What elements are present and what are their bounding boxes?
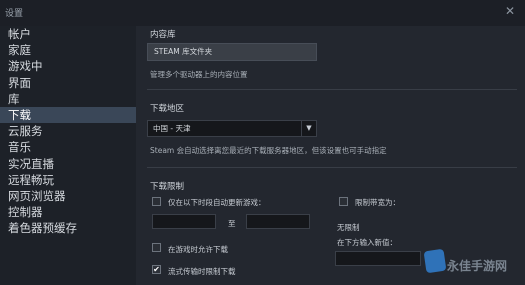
settings-sidebar: 帐户 家庭 游戏中 界面 库 下载 云服务 音乐 实况直播 远程畅玩 网页浏览器…: [0, 26, 136, 285]
section-divider: [147, 167, 517, 168]
watermark-text: 永佳手游网: [447, 259, 508, 273]
time-range-to-label: 至: [228, 219, 236, 228]
title-bar: 设置 ✕: [0, 0, 525, 27]
sidebar-item-web-browser[interactable]: 网页浏览器: [0, 188, 136, 204]
download-limits-title: 下载限制: [150, 182, 185, 192]
bandwidth-value-field[interactable]: [335, 251, 421, 266]
sidebar-item-in-game[interactable]: 游戏中: [0, 58, 136, 74]
section-divider: [147, 89, 517, 90]
auto-update-window-label: 仅在以下时段自动更新游戏：: [168, 198, 266, 207]
limit-bandwidth-checkbox[interactable]: [339, 197, 348, 206]
chevron-down-icon[interactable]: ▼: [301, 121, 316, 136]
limit-bandwidth-label: 限制带宽为：: [355, 198, 400, 207]
allow-downloads-in-game-checkbox[interactable]: [152, 243, 161, 252]
auto-update-window-checkbox[interactable]: [152, 197, 161, 206]
allow-downloads-in-game-label: 在游戏时允许下载: [168, 245, 228, 254]
steam-library-folders-button[interactable]: STEAM 库文件夹: [147, 43, 317, 61]
sidebar-item-interface[interactable]: 界面: [0, 75, 136, 91]
content-library-description: 管理多个驱动器上的内容位置: [150, 70, 248, 79]
sidebar-item-library[interactable]: 库: [0, 91, 136, 107]
enter-new-value-label: 在下方输入新值：: [337, 238, 397, 247]
sidebar-item-controller[interactable]: 控制器: [0, 204, 136, 220]
auto-update-end-field[interactable]: [246, 214, 310, 229]
sidebar-item-account[interactable]: 帐户: [0, 26, 136, 42]
close-icon[interactable]: ✕: [505, 4, 515, 18]
download-region-select[interactable]: 中国 - 天津 ▼: [147, 120, 317, 137]
window-title: 设置: [5, 9, 24, 19]
sidebar-item-shader-cache[interactable]: 着色器预缓存: [0, 220, 136, 236]
throttle-downloads-streaming-label: 流式传输时限制下载: [168, 267, 236, 276]
sidebar-item-family[interactable]: 家庭: [0, 42, 136, 58]
throttle-downloads-streaming-checkbox[interactable]: ✔: [152, 265, 161, 274]
download-region-note: Steam 会自动选择离您最近的下载服务器地区，但该设置也可手动指定: [150, 146, 387, 155]
bandwidth-unlimited-text: 无限制: [337, 223, 360, 232]
sidebar-item-downloads[interactable]: 下载: [0, 106, 136, 124]
sidebar-item-cloud[interactable]: 云服务: [0, 123, 136, 139]
sidebar-item-music[interactable]: 音乐: [0, 139, 136, 155]
auto-update-start-field[interactable]: [152, 214, 216, 229]
download-region-value: 中国 - 天津: [153, 124, 191, 133]
download-region-title: 下载地区: [150, 104, 185, 114]
watermark-logo-icon: [423, 248, 447, 274]
content-library-title: 内容库: [150, 30, 176, 40]
sidebar-item-remote-play[interactable]: 远程畅玩: [0, 172, 136, 188]
sidebar-item-broadcasting[interactable]: 实况直播: [0, 156, 136, 172]
